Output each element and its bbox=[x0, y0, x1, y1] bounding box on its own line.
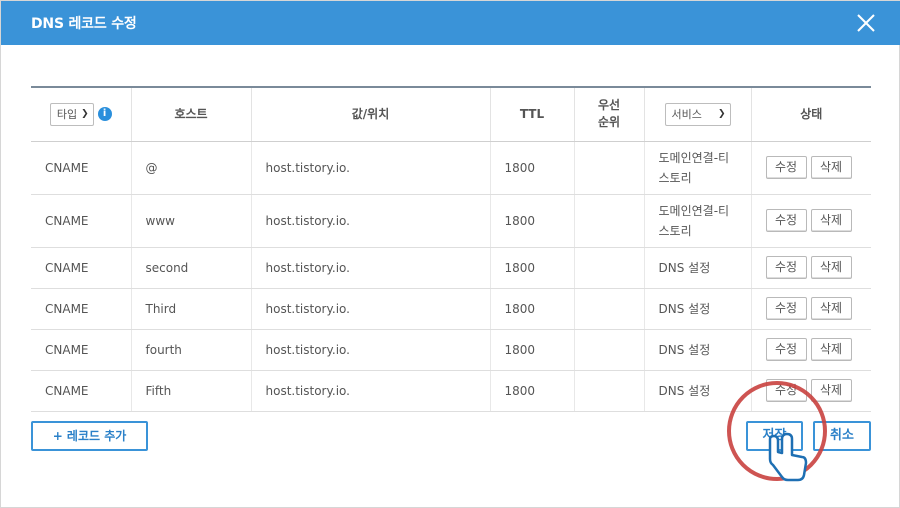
table-row: CNAME Third host.tistory.io. 1800 DNS 설정 수정 삭제 bbox=[31, 288, 871, 330]
state-cell: 수정 삭제 bbox=[751, 329, 871, 371]
edit-button[interactable]: 수정 bbox=[765, 156, 807, 179]
value-cell: host.tistory.io. bbox=[251, 141, 491, 195]
value-cell: host.tistory.io. bbox=[251, 329, 491, 371]
value-cell: host.tistory.io. bbox=[251, 370, 491, 412]
service-select[interactable]: 서비스 ❯ bbox=[664, 102, 731, 126]
state-cell: 수정 삭제 bbox=[751, 141, 871, 195]
close-icon[interactable] bbox=[853, 10, 879, 36]
priority-header-label: 우선 순위 bbox=[597, 98, 621, 130]
state-cell: 수정 삭제 bbox=[751, 288, 871, 330]
type-header: 타입 ❯ i bbox=[31, 88, 132, 142]
type-cell: CNAME bbox=[31, 247, 132, 289]
state-cell: 수정 삭제 bbox=[751, 194, 871, 248]
service-header: 서비스 ❯ bbox=[644, 88, 752, 142]
table-row: CNAME @ host.tistory.io. 1800 도메인연결-티 스토리 수정 삭… bbox=[31, 141, 871, 195]
table-header-row: 타입 ❯ i 호스트 값/위치 TTL 우선 순위 서비스 ❯ 상태 bbox=[31, 88, 871, 142]
table-row: CNAME second host.tistory.io. 1800 DNS 설정 수정 삭… bbox=[31, 247, 871, 289]
host-cell: Fifth bbox=[131, 370, 252, 412]
edit-button[interactable]: 수정 bbox=[765, 256, 807, 279]
info-icon[interactable]: i bbox=[97, 107, 112, 122]
type-cell: CNAME bbox=[31, 288, 132, 330]
service-select-value: 서비스 bbox=[671, 107, 702, 121]
dialog-titlebar: DNS 레코드 수정 bbox=[1, 1, 900, 45]
service-cell: DNS 설정 bbox=[644, 370, 752, 412]
add-record-button[interactable]: + 레코드 추가 bbox=[31, 421, 148, 451]
ttl-cell: 1800 bbox=[490, 288, 575, 330]
state-header: 상태 bbox=[751, 88, 871, 142]
chevron-down-icon: ❯ bbox=[81, 108, 89, 119]
dialog-title: DNS 레코드 수정 bbox=[31, 16, 137, 32]
delete-button[interactable]: 삭제 bbox=[810, 209, 852, 232]
edit-button[interactable]: 수정 bbox=[765, 209, 807, 232]
priority-cell bbox=[574, 370, 645, 412]
type-cell: CNAME bbox=[31, 194, 132, 248]
host-cell: www bbox=[131, 194, 252, 248]
value-cell: host.tistory.io. bbox=[251, 288, 491, 330]
host-cell: fourth bbox=[131, 329, 252, 371]
save-button[interactable]: 저장 bbox=[746, 421, 803, 451]
ttl-cell: 1800 bbox=[490, 194, 575, 248]
service-cell: DNS 설정 bbox=[644, 288, 752, 330]
edit-button[interactable]: 수정 bbox=[765, 379, 807, 402]
value-cell: host.tistory.io. bbox=[251, 194, 491, 248]
value-header: 값/위치 bbox=[251, 88, 491, 142]
edit-button[interactable]: 수정 bbox=[765, 297, 807, 320]
cancel-button[interactable]: 취소 bbox=[813, 421, 871, 451]
delete-button[interactable]: 삭제 bbox=[810, 338, 852, 361]
delete-button[interactable]: 삭제 bbox=[810, 256, 852, 279]
state-cell: 수정 삭제 bbox=[751, 370, 871, 412]
service-cell: 도메인연결-티 스토리 bbox=[644, 141, 752, 195]
state-cell: 수정 삭제 bbox=[751, 247, 871, 289]
priority-cell bbox=[574, 329, 645, 371]
host-cell: @ bbox=[131, 141, 252, 195]
ttl-header: TTL bbox=[490, 88, 575, 142]
ttl-cell: 1800 bbox=[490, 329, 575, 371]
table-row: CNAME Fifth host.tistory.io. 1800 DNS 설정 수정 삭제 bbox=[31, 370, 871, 412]
type-select[interactable]: 타입 ❯ bbox=[49, 102, 94, 126]
delete-button[interactable]: 삭제 bbox=[810, 297, 852, 320]
priority-cell bbox=[574, 194, 645, 248]
host-cell: second bbox=[131, 247, 252, 289]
host-header: 호스트 bbox=[131, 88, 252, 142]
delete-button[interactable]: 삭제 bbox=[810, 379, 852, 402]
ttl-cell: 1800 bbox=[490, 247, 575, 289]
type-cell: CNAME bbox=[31, 329, 132, 371]
priority-cell bbox=[574, 247, 645, 289]
service-cell: DNS 설정 bbox=[644, 247, 752, 289]
dns-record-edit-dialog: DNS 레코드 수정 타입 ❯ i 호스트 값/위치 TTL 우선 순위 서비스… bbox=[0, 0, 900, 508]
ttl-cell: 1800 bbox=[490, 370, 575, 412]
edit-button[interactable]: 수정 bbox=[765, 338, 807, 361]
chevron-down-icon: ❯ bbox=[717, 108, 726, 119]
value-cell: host.tistory.io. bbox=[251, 247, 491, 289]
service-cell: DNS 설정 bbox=[644, 329, 752, 371]
type-cell: CNAME bbox=[31, 370, 132, 412]
type-cell: CNAME bbox=[31, 141, 132, 195]
priority-header: 우선 순위 bbox=[574, 88, 645, 142]
table-row: CNAME fourth host.tistory.io. 1800 DNS 설정 수정 삭… bbox=[31, 329, 871, 371]
ttl-cell: 1800 bbox=[490, 141, 575, 195]
host-cell: Third bbox=[131, 288, 252, 330]
delete-button[interactable]: 삭제 bbox=[810, 156, 852, 179]
table-row: CNAME www host.tistory.io. 1800 도메인연결-티 스토리 수… bbox=[31, 194, 871, 248]
dns-record-table: 타입 ❯ i 호스트 값/위치 TTL 우선 순위 서비스 ❯ 상태 CNAME @ ho… bbox=[31, 86, 871, 412]
type-select-value: 타입 bbox=[56, 107, 78, 121]
priority-cell bbox=[574, 141, 645, 195]
service-cell: 도메인연결-티 스토리 bbox=[644, 194, 752, 248]
priority-cell bbox=[574, 288, 645, 330]
